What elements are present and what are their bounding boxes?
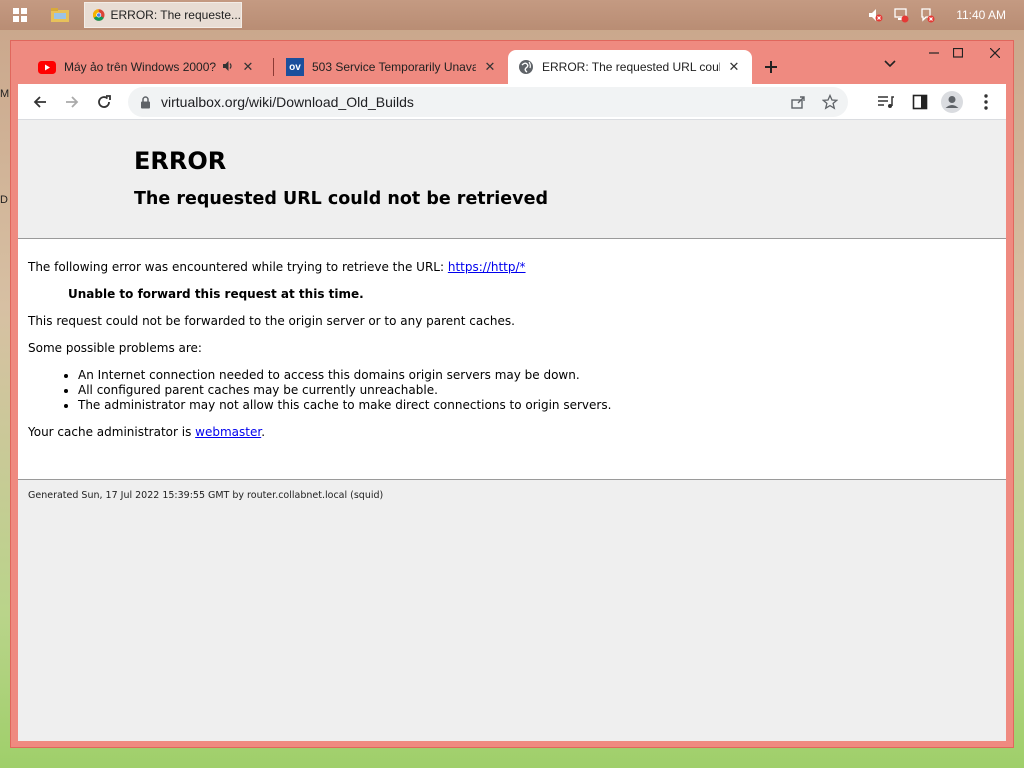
- taskbar-task-title: ERROR: The requeste...: [110, 8, 242, 22]
- close-icon[interactable]: ✕: [240, 59, 256, 75]
- tab-title: Máy ảo trên Windows 2000?: [64, 60, 217, 74]
- file-explorer-button[interactable]: [40, 0, 80, 30]
- browser-toolbar: [18, 84, 1006, 120]
- omnibox[interactable]: [128, 87, 848, 117]
- menu-button[interactable]: [970, 86, 1002, 118]
- bookmark-button[interactable]: [816, 88, 844, 116]
- close-icon[interactable]: ✕: [726, 59, 742, 75]
- page-title: ERROR: [134, 147, 227, 175]
- forward-button[interactable]: [56, 86, 88, 118]
- new-tab-button[interactable]: [760, 55, 782, 79]
- page-subtitle: The requested URL could not be retrieved: [134, 189, 548, 209]
- list-item: All configured parent caches may be curr…: [78, 383, 996, 398]
- minimize-icon: [929, 52, 939, 54]
- admin-paragraph: Your cache administrator is webmaster.: [28, 425, 996, 440]
- desktop-icon-label[interactable]: D: [0, 194, 8, 206]
- browser-window: Máy ảo trên Windows 2000? ✕ ov 503 Servi…: [10, 40, 1014, 748]
- desktop-icon-label[interactable]: M: [0, 88, 9, 100]
- tab-separator: [273, 58, 274, 76]
- error-header: ERROR The requested URL could not be ret…: [18, 120, 1006, 239]
- profile-button[interactable]: [936, 86, 968, 118]
- taskbar-clock[interactable]: 11:40 AM: [940, 8, 1024, 22]
- tab-title: 503 Service Temporarily Unavaila: [312, 60, 476, 74]
- footer-text: Generated Sun, 17 Jul 2022 15:39:55 GMT …: [28, 490, 384, 501]
- folder-icon: [51, 8, 69, 22]
- tab-youtube[interactable]: Máy ảo trên Windows 2000? ✕: [28, 50, 266, 84]
- intro-text: The following error was encountered whil…: [28, 260, 448, 274]
- globe-icon: [519, 60, 533, 74]
- arrow-right-icon: [66, 95, 79, 108]
- chrome-icon: [93, 9, 105, 21]
- action-center-icon[interactable]: [914, 0, 940, 30]
- error-body: The following error was encountered whil…: [18, 239, 1006, 440]
- taskbar: ERROR: The requeste... 11:40 AM: [0, 0, 1024, 30]
- page-content: ERROR The requested URL could not be ret…: [18, 120, 1006, 741]
- close-window-button[interactable]: [976, 41, 1014, 65]
- plus-icon: [765, 61, 777, 73]
- system-tray: 11:40 AM: [862, 0, 1024, 30]
- close-icon: [990, 48, 1000, 58]
- taskbar-chrome-task[interactable]: ERROR: The requeste...: [84, 2, 242, 28]
- ov-icon: ov: [286, 58, 304, 76]
- webmaster-link[interactable]: webmaster: [195, 425, 261, 439]
- list-item: An Internet connection needed to access …: [78, 368, 996, 383]
- admin-text: Your cache administrator is: [28, 425, 196, 439]
- admin-suffix: .: [261, 425, 266, 439]
- tab-strip: Máy ảo trên Windows 2000? ✕ ov 503 Servi…: [18, 41, 1006, 84]
- lock-icon: [141, 95, 150, 108]
- side-panel-button[interactable]: [904, 86, 936, 118]
- windows-logo-icon: [13, 8, 27, 22]
- start-button[interactable]: [0, 0, 40, 30]
- tab-title: ERROR: The requested URL coulc: [542, 60, 720, 74]
- description-text: This request could not be forwarded to t…: [28, 314, 515, 328]
- star-icon: [822, 94, 838, 110]
- maximize-icon: [953, 48, 963, 58]
- problems-list: An Internet connection needed to access …: [78, 368, 996, 413]
- list-item: The administrator may not allow this cac…: [78, 398, 996, 413]
- error-message: Unable to forward this request at this t…: [68, 287, 364, 301]
- close-icon[interactable]: ✕: [482, 59, 498, 75]
- url-input[interactable]: [161, 94, 721, 110]
- tab-error-active[interactable]: ERROR: The requested URL coulc ✕: [508, 50, 752, 84]
- network-icon[interactable]: [888, 0, 914, 30]
- tab-search-button[interactable]: [884, 57, 896, 71]
- share-button[interactable]: [784, 88, 812, 116]
- maximize-button[interactable]: [942, 41, 974, 65]
- avatar-icon: [941, 91, 963, 113]
- url-link[interactable]: https://http/*: [448, 260, 526, 274]
- more-vert-icon: [984, 94, 988, 110]
- side-panel-icon: [912, 94, 928, 110]
- share-icon: [791, 96, 805, 109]
- reading-list-button[interactable]: [870, 86, 902, 118]
- tab-503[interactable]: ov 503 Service Temporarily Unavaila ✕: [276, 50, 508, 84]
- page-footer: Generated Sun, 17 Jul 2022 15:39:55 GMT …: [18, 479, 1006, 741]
- reload-button[interactable]: [88, 86, 120, 118]
- youtube-icon: [38, 60, 56, 74]
- media-queue-icon: [878, 96, 894, 108]
- intro-paragraph: The following error was encountered whil…: [28, 260, 996, 275]
- chevron-down-icon: [884, 60, 896, 68]
- arrow-left-icon: [33, 95, 46, 108]
- reload-icon: [98, 94, 111, 108]
- problems-intro: Some possible problems are:: [28, 341, 202, 355]
- speaker-icon[interactable]: [222, 60, 234, 75]
- volume-muted-icon[interactable]: [862, 0, 888, 30]
- back-button[interactable]: [24, 86, 56, 118]
